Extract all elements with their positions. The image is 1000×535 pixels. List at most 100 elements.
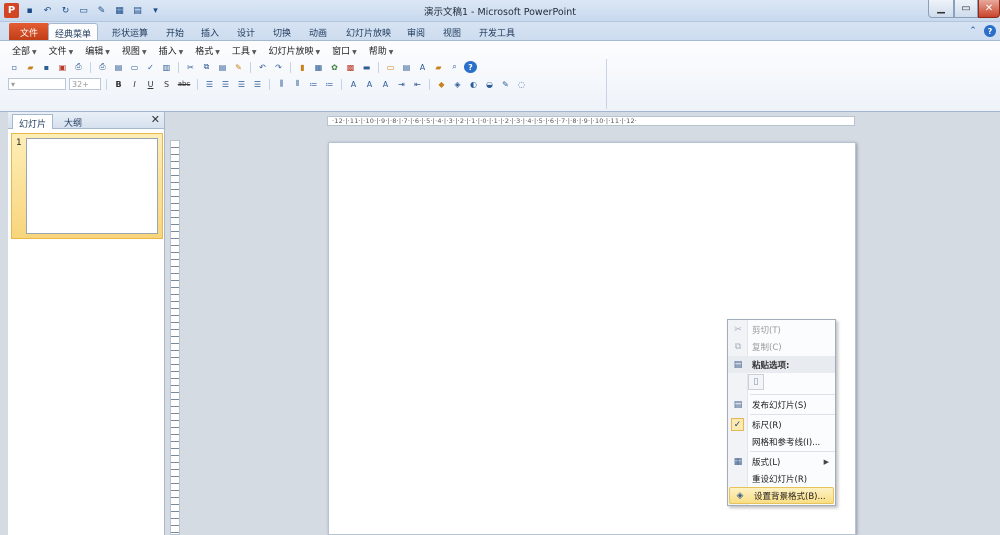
paste-option-icon[interactable]: ▯ <box>748 374 764 390</box>
shape-outline-icon[interactable]: ✎ <box>499 78 512 90</box>
clipart-icon[interactable]: ✿ <box>328 61 341 73</box>
preview-icon[interactable]: ▤ <box>112 61 125 73</box>
slide-thumbnail-selected[interactable]: 1 <box>11 133 163 239</box>
tab-classic-menu[interactable]: 经典菜单 <box>48 23 99 40</box>
menu-item-ruler[interactable]: ✓ 标尺(R) <box>728 416 835 433</box>
menu-help[interactable]: 帮助 ▼ <box>363 43 400 57</box>
shape-fill-icon[interactable]: ◒ <box>483 78 496 90</box>
open-folder-icon[interactable]: ▰ <box>24 61 37 73</box>
print-icon[interactable]: ⎙ <box>96 61 109 73</box>
slide-view-icon[interactable]: ▭ <box>128 61 141 73</box>
menu-edit[interactable]: 编辑 ▼ <box>79 43 116 57</box>
menu-view[interactable]: 视图 ▼ <box>116 43 153 57</box>
tab-slides[interactable]: 幻灯片 <box>12 114 54 130</box>
textbox-icon[interactable]: A <box>416 61 429 73</box>
spelling-icon[interactable]: ✓ <box>144 61 157 73</box>
menu-item-publish-slides[interactable]: ▤ 发布幻灯片(S) <box>728 396 835 413</box>
close-button[interactable]: ✕ <box>978 0 1000 18</box>
context-menu: ✂ 剪切(T) ⧉ 复制(C) ▤ 粘贴选项: ▯ ▤ 发布幻灯片(S) ✓ 标… <box>727 319 836 506</box>
cut-icon[interactable]: ✂ <box>184 61 197 73</box>
tab-transitions[interactable]: 切换 <box>267 23 297 40</box>
help-icon[interactable]: ? <box>464 61 477 73</box>
menu-all[interactable]: 全部 ▼ <box>6 43 43 57</box>
redo-icon[interactable]: ↷ <box>272 61 285 73</box>
menu-format[interactable]: 格式 ▼ <box>189 43 226 57</box>
shape-effects-icon[interactable]: ◌ <box>515 78 528 90</box>
bold-button[interactable]: B <box>112 78 125 90</box>
menu-item-cut[interactable]: ✂ 剪切(T) <box>728 321 835 338</box>
menu-item-format-background[interactable]: ◈ 设置背景格式(B)... <box>729 487 834 504</box>
tab-developer[interactable]: 开发工具 <box>473 23 521 40</box>
tab-view[interactable]: 视图 <box>437 23 467 40</box>
tab-insert[interactable]: 插入 <box>195 23 225 40</box>
format-painter-icon[interactable]: ✎ <box>232 61 245 73</box>
table-icon[interactable]: ▦ <box>312 61 325 73</box>
undo-icon[interactable]: ↶ <box>256 61 269 73</box>
shapes-icon[interactable]: ◆ <box>435 78 448 90</box>
grow-font-icon[interactable]: A <box>363 78 376 90</box>
shadow-button[interactable]: S <box>160 78 173 90</box>
quick-styles-icon[interactable]: ◐ <box>467 78 480 90</box>
underline-button[interactable]: U <box>144 78 157 90</box>
maximize-button[interactable]: ▭ <box>954 0 978 18</box>
menu-window[interactable]: 窗口 ▼ <box>326 43 363 57</box>
justify-icon[interactable]: ☰ <box>251 78 264 90</box>
tab-outline[interactable]: 大纲 <box>58 114 88 129</box>
pdf-icon[interactable]: ▣ <box>56 61 69 73</box>
paste-icon[interactable]: ▤ <box>216 61 229 73</box>
tab-design[interactable]: 设计 <box>231 23 261 40</box>
shrink-font-icon[interactable]: A <box>379 78 392 90</box>
print-preview-icon[interactable]: ⎙ <box>72 61 85 73</box>
minimize-ribbon-icon[interactable]: ⌃ <box>967 25 979 37</box>
save-icon[interactable]: ▪ <box>40 61 53 73</box>
arrange-icon[interactable]: ◈ <box>451 78 464 90</box>
tab-shape-ops[interactable]: 形状运算 <box>106 23 154 40</box>
help-icon[interactable]: ? <box>984 25 996 37</box>
picture-icon[interactable]: ▩ <box>344 61 357 73</box>
bullets-icon[interactable]: ≔ <box>307 78 320 90</box>
zoom-icon[interactable]: ⌕ <box>448 61 461 73</box>
menu-file[interactable]: 文件 ▼ <box>43 43 80 57</box>
outdent-icon[interactable]: ⇤ <box>411 78 424 90</box>
tab-slideshow[interactable]: 幻灯片放映 <box>340 23 397 40</box>
menu-item-reset-slide[interactable]: 重设幻灯片(R) <box>728 470 835 487</box>
menu-item-copy[interactable]: ⧉ 复制(C) <box>728 338 835 355</box>
tab-animations[interactable]: 动画 <box>303 23 333 40</box>
font-size-box[interactable]: 32+ <box>69 78 101 90</box>
align-right-icon[interactable]: ☰ <box>235 78 248 90</box>
tab-review[interactable]: 审阅 <box>401 23 431 40</box>
minimize-button[interactable]: ▁ <box>928 0 954 18</box>
columns-icon[interactable]: ⫼ <box>275 78 288 90</box>
close-panel-icon[interactable]: ✕ <box>151 113 160 126</box>
tab-home[interactable]: 开始 <box>160 23 190 40</box>
menu-item-grid-guides[interactable]: 网格和参考线(I)... <box>728 433 835 450</box>
italic-button[interactable]: I <box>128 78 141 90</box>
slide-thumbnail[interactable] <box>26 138 158 234</box>
folder-icon[interactable]: ▰ <box>432 61 445 73</box>
research-icon[interactable]: ▥ <box>160 61 173 73</box>
numbering-icon[interactable]: ≔ <box>323 78 336 90</box>
menu-tools[interactable]: 工具 ▼ <box>226 43 263 57</box>
text-direction-icon[interactable]: ⫴ <box>291 78 304 90</box>
new-slide-icon[interactable]: ▭ <box>384 61 397 73</box>
menu-insert[interactable]: 插入 ▼ <box>153 43 190 57</box>
new-file-icon[interactable]: ▫ <box>8 61 21 73</box>
color-icon[interactable]: ▬ <box>360 61 373 73</box>
menu-slideshow[interactable]: 幻灯片放映 ▼ <box>262 43 326 57</box>
font-color-icon[interactable]: A <box>347 78 360 90</box>
format-toolbar: ▾ 32+ B I U S abc ☰ ☰ ☰ ☰ ⫼ ⫴ ≔ ≔ A A A … <box>8 77 528 91</box>
tab-file[interactable]: 文件 <box>9 23 50 40</box>
menu-item-layout[interactable]: ▦ 版式(L) ▶ <box>728 453 835 470</box>
indent-icon[interactable]: ⇥ <box>395 78 408 90</box>
classic-menu-bar: 全部 ▼ 文件 ▼ 编辑 ▼ 视图 ▼ 插入 ▼ 格式 ▼ 工具 ▼ 幻灯片放映 ▼ 窗口 ▼ 帮… <box>6 43 399 57</box>
checkmark-icon: ✓ <box>731 418 744 431</box>
copy-icon[interactable]: ⧉ <box>200 61 213 73</box>
align-center-icon[interactable]: ☰ <box>219 78 232 90</box>
standard-toolbar: ▫ ▰ ▪ ▣ ⎙ ⎙ ▤ ▭ ✓ ▥ ✂ ⧉ ▤ ✎ ↶ ↷ ▮ ▦ ✿ ▩ … <box>8 60 477 74</box>
slide-layout-icon[interactable]: ▤ <box>400 61 413 73</box>
scissors-icon: ✂ <box>734 324 742 335</box>
font-name-box[interactable]: ▾ <box>8 78 66 90</box>
strike-button[interactable]: abc <box>176 78 192 90</box>
align-left-icon[interactable]: ☰ <box>203 78 216 90</box>
chart-icon[interactable]: ▮ <box>296 61 309 73</box>
